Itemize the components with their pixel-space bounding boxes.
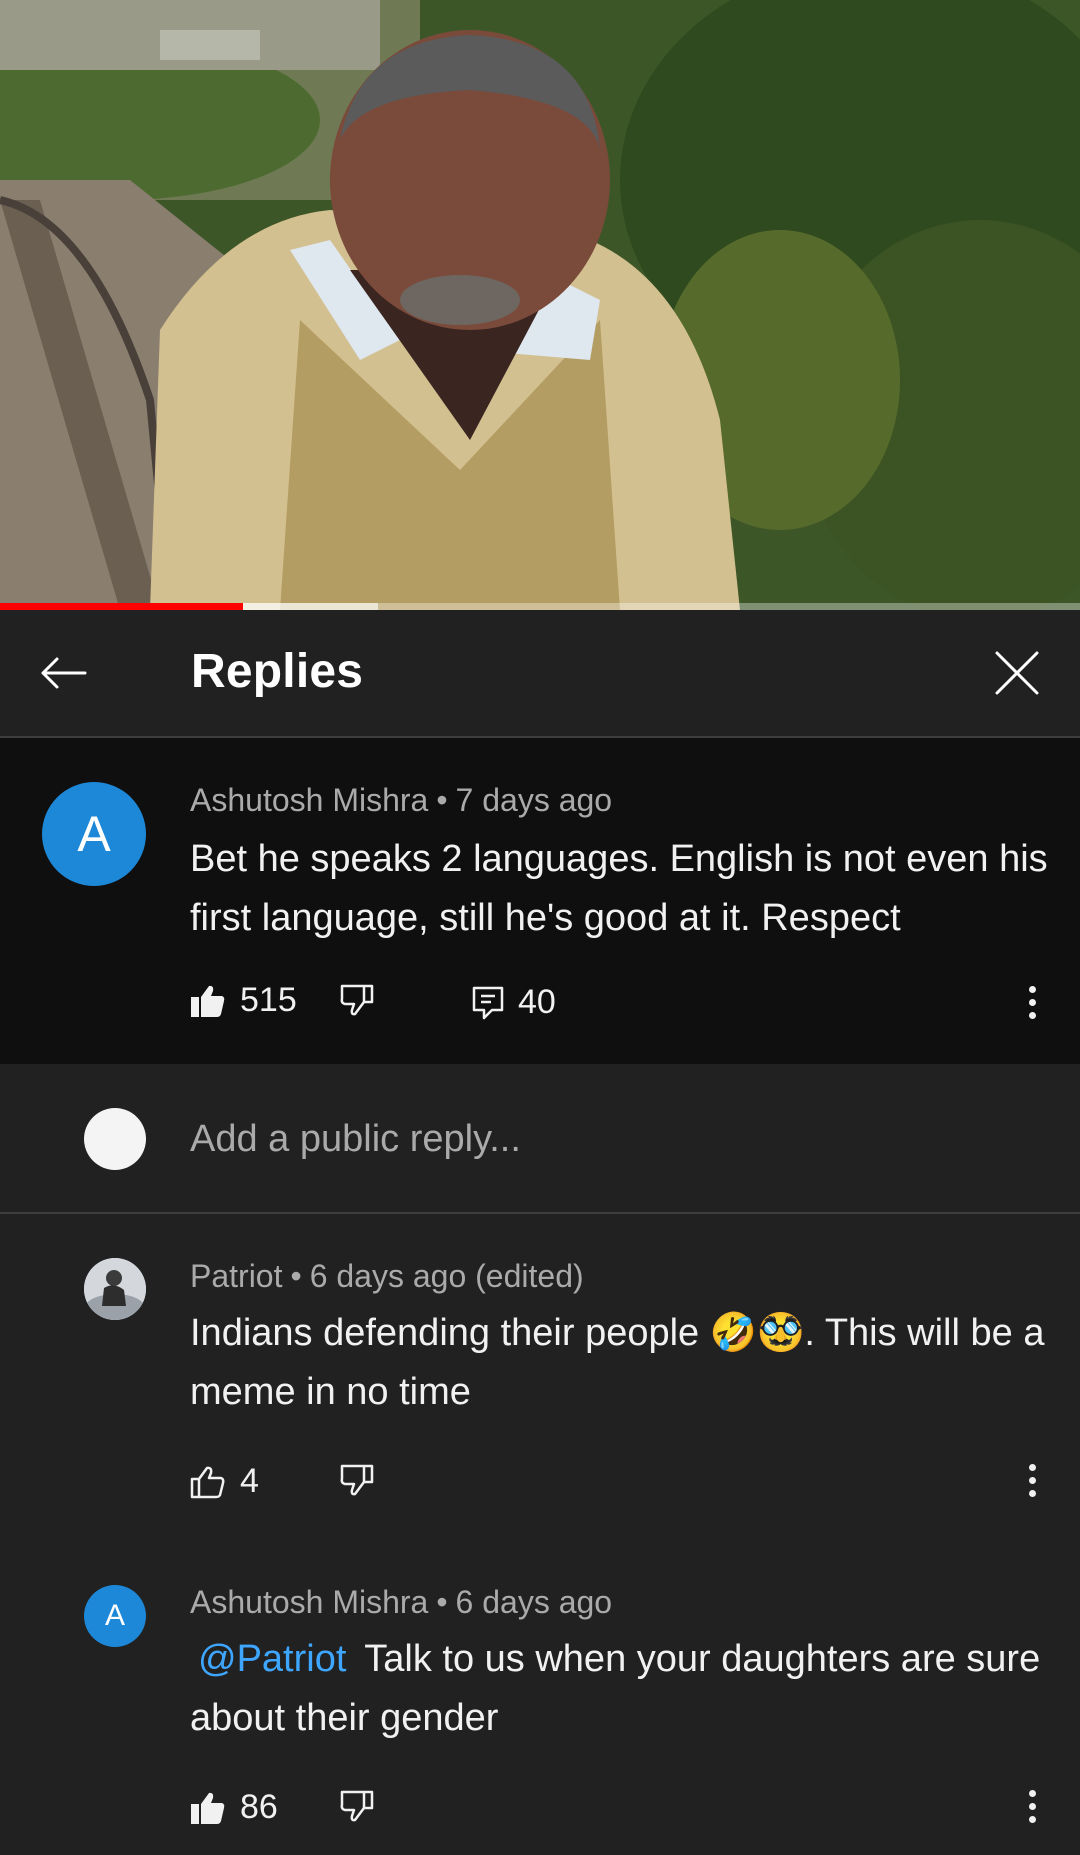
more-options-button[interactable] — [1012, 972, 1052, 1032]
back-button[interactable] — [30, 640, 96, 706]
video-player[interactable] — [0, 0, 1080, 610]
close-button[interactable] — [984, 640, 1050, 706]
main-comment: A Ashutosh Mishra • 7 days ago Bet he spea… — [0, 738, 1080, 1064]
dislike-button[interactable] — [340, 1464, 374, 1496]
like-count: 515 — [240, 981, 297, 1019]
emoji: 🤣🥸 — [709, 1312, 805, 1354]
comment-meta: Ashutosh Mishra • 7 days ago — [190, 782, 612, 819]
reply-input[interactable] — [190, 1108, 1010, 1170]
comment-time: 6 days ago — [455, 1584, 613, 1620]
thumbs-up-icon — [190, 1466, 225, 1498]
video-frame — [0, 0, 1080, 610]
avatar[interactable]: A — [84, 1585, 146, 1647]
profile-photo — [84, 1258, 146, 1320]
thumbs-up-filled-icon — [191, 1792, 225, 1824]
like-button[interactable]: 515 — [190, 981, 297, 1020]
comment-meta: Ashutosh Mishra • 6 days ago — [190, 1584, 612, 1621]
more-vert-icon — [1028, 1463, 1036, 1471]
more-options-button[interactable] — [1012, 1776, 1052, 1836]
comment-icon — [472, 986, 504, 1019]
avatar[interactable]: A — [42, 782, 146, 886]
more-vert-icon — [1028, 985, 1036, 993]
author-name[interactable]: Ashutosh Mishra — [190, 782, 428, 818]
thumbs-down-icon — [340, 984, 374, 1016]
thumbs-down-icon — [340, 1464, 374, 1496]
author-name[interactable]: Patriot — [190, 1258, 282, 1294]
comment-meta: Patriot • 6 days ago (edited) — [190, 1258, 584, 1295]
progress-played — [0, 603, 243, 610]
more-options-button[interactable] — [1012, 1450, 1052, 1510]
user-avatar — [84, 1108, 146, 1170]
more-vert-icon — [1028, 1789, 1036, 1797]
page-title: Replies — [191, 645, 364, 698]
dislike-button[interactable] — [340, 1790, 374, 1822]
replies-header: Replies — [0, 610, 1080, 738]
thumbs-down-icon — [340, 1790, 374, 1822]
like-button[interactable]: 4 — [190, 1462, 259, 1501]
comment-text: Indians defending their people 🤣🥸. This … — [190, 1312, 1045, 1413]
comment-time: 7 days ago — [455, 782, 613, 818]
comment-text: Bet he speaks 2 languages. English is no… — [190, 838, 1048, 939]
meta-separator: • — [436, 1584, 448, 1620]
like-count: 4 — [240, 1462, 259, 1500]
mention-link[interactable]: @Patriot — [190, 1638, 354, 1680]
arrow-left-icon — [41, 657, 87, 689]
replies-count: 40 — [518, 983, 556, 1021]
avatar[interactable] — [84, 1258, 146, 1320]
dislike-button[interactable] — [340, 984, 374, 1016]
like-button[interactable]: 86 — [190, 1788, 278, 1827]
comment-text: @Patriot Talk to us when your daughters … — [190, 1638, 1041, 1739]
author-name[interactable]: Ashutosh Mishra — [190, 1584, 428, 1620]
progress-bar[interactable] — [0, 603, 1080, 610]
meta-separator: • — [290, 1258, 302, 1294]
like-count: 86 — [240, 1788, 278, 1826]
reply-input-row — [0, 1064, 1080, 1214]
comment-time: 6 days ago (edited) — [309, 1258, 584, 1294]
close-icon — [995, 651, 1039, 695]
meta-separator: • — [436, 782, 448, 818]
replies-count-button[interactable]: 40 — [472, 983, 556, 1022]
thumbs-up-filled-icon — [191, 985, 225, 1017]
